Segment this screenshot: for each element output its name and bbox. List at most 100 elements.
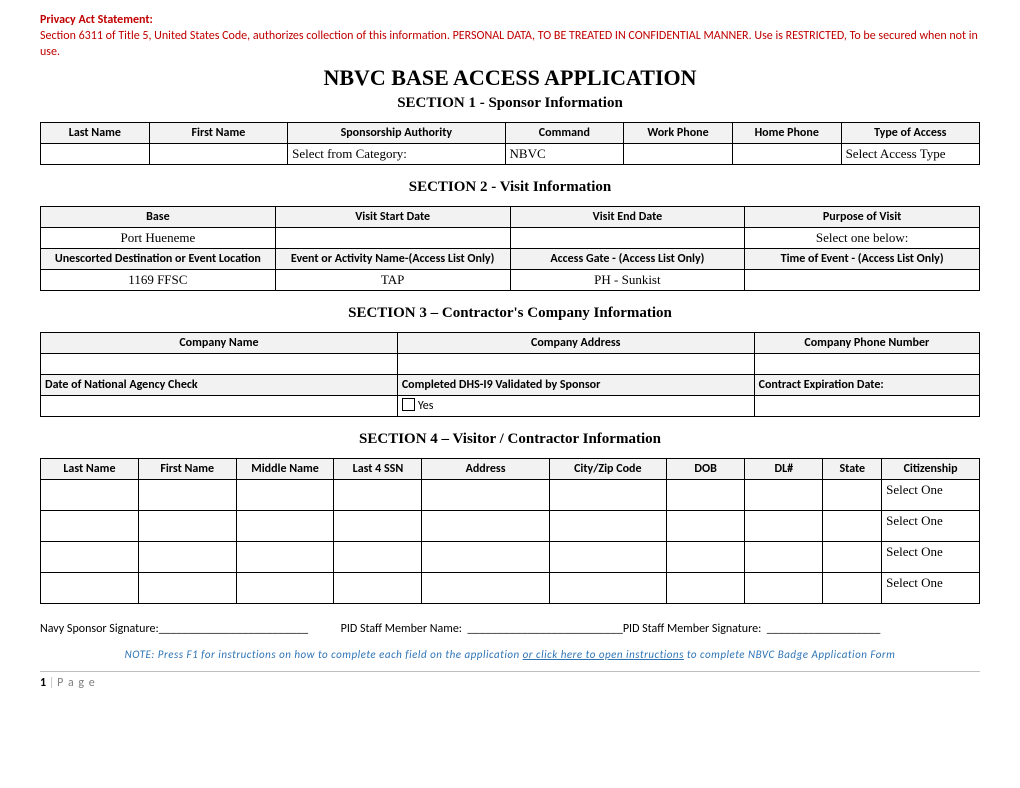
s4-r3-last[interactable] (41, 541, 139, 572)
s4-r3-middle[interactable] (236, 541, 334, 572)
s3-dhs-cell: Yes (397, 395, 754, 416)
s3-nac-date-field[interactable] (41, 395, 398, 416)
s4-r1-addr[interactable] (422, 479, 549, 510)
s2-th-time: Time of Event - (Access List Only) (745, 248, 980, 269)
s2-base-select[interactable]: Port Hueneme (41, 227, 276, 248)
section4-heading: SECTION 4 – Visitor / Contractor Informa… (40, 431, 980, 448)
s4-r2-first[interactable] (138, 510, 236, 541)
s4-r2-state[interactable] (823, 510, 882, 541)
s3-dhs-yes-label: Yes (418, 399, 434, 413)
s4-r1-dl[interactable] (745, 479, 823, 510)
s4-r3-dob[interactable] (666, 541, 744, 572)
s3-th-phone: Company Phone Number (754, 332, 979, 353)
s4-r2-dl[interactable] (745, 510, 823, 541)
page-footer: 1 | P a g e (40, 676, 980, 690)
instructions-note: NOTE: Press F1 for instructions on how t… (40, 648, 980, 661)
s2-th-event: Event or Activity Name-(Access List Only… (275, 248, 510, 269)
s4-r2-dob[interactable] (666, 510, 744, 541)
s4-r2-last[interactable] (41, 510, 139, 541)
section1-heading: SECTION 1 - Sponsor Information (40, 95, 980, 112)
s4-r2-citizen-select[interactable]: Select One (882, 510, 980, 541)
section3-table: Company Name Company Address Company Pho… (40, 332, 980, 417)
s4-r2-ssn[interactable] (334, 510, 422, 541)
s3-company-name-field[interactable] (41, 353, 398, 374)
s1-homephone-field[interactable] (732, 143, 841, 164)
s4-r4-citizen-select[interactable]: Select One (882, 572, 980, 603)
section3-heading: SECTION 3 – Contractor's Company Informa… (40, 305, 980, 322)
s4-r4-middle[interactable] (236, 572, 334, 603)
s3-company-phone-field[interactable] (754, 353, 979, 374)
s4-r1-middle[interactable] (236, 479, 334, 510)
s2-destination-field[interactable]: 1169 FFSC (41, 269, 276, 290)
s4-r4-ssn[interactable] (334, 572, 422, 603)
s3-dhs-yes-checkbox[interactable] (402, 398, 415, 411)
s4-th-dob: DOB (666, 458, 744, 479)
s1-th-auth: Sponsorship Authority (288, 122, 505, 143)
s4-th-ssn: Last 4 SSN (334, 458, 422, 479)
s4-r3-state[interactable] (823, 541, 882, 572)
s4-r1-citizen-select[interactable]: Select One (882, 479, 980, 510)
s3-th-dhs: Completed DHS-I9 Validated by Sponsor (397, 374, 754, 395)
s4-r1-last[interactable] (41, 479, 139, 510)
s4-r4-city[interactable] (549, 572, 666, 603)
s4-r4-dob[interactable] (666, 572, 744, 603)
s2-event-field[interactable]: TAP (275, 269, 510, 290)
section2-table: Base Visit Start Date Visit End Date Pur… (40, 206, 980, 291)
s1-first-name-field[interactable] (149, 143, 287, 164)
s4-r4-dl[interactable] (745, 572, 823, 603)
s4-r2-middle[interactable] (236, 510, 334, 541)
s1-th-cmd: Command (505, 122, 624, 143)
s1-access-type-select[interactable]: Select Access Type (841, 143, 979, 164)
s4-th-citizen: Citizenship (882, 458, 980, 479)
s4-r3-first[interactable] (138, 541, 236, 572)
open-instructions-link[interactable]: or click here to open instructions (523, 648, 684, 661)
s4-r1-state[interactable] (823, 479, 882, 510)
privacy-act-statement: Privacy Act Statement: Section 6311 of T… (40, 12, 980, 61)
s4-r3-dl[interactable] (745, 541, 823, 572)
s2-start-date-field[interactable] (275, 227, 510, 248)
section2-heading: SECTION 2 - Visit Information (40, 179, 980, 196)
s4-r1-ssn[interactable] (334, 479, 422, 510)
staff-name-label: PID Staff Member Name: (341, 622, 462, 636)
s3-th-addr: Company Address (397, 332, 754, 353)
s4-r4-addr[interactable] (422, 572, 549, 603)
staff-sig-label: PID Staff Member Signature: (623, 622, 761, 636)
s2-time-field[interactable] (745, 269, 980, 290)
s4-r3-city[interactable] (549, 541, 666, 572)
s2-gate-field[interactable]: PH - Sunkist (510, 269, 745, 290)
s2-purpose-select[interactable]: Select one below: (745, 227, 980, 248)
s4-r2-addr[interactable] (422, 510, 549, 541)
s2-end-date-field[interactable] (510, 227, 745, 248)
s4-r1-dob[interactable] (666, 479, 744, 510)
s2-th-gate: Access Gate - (Access List Only) (510, 248, 745, 269)
s4-th-state: State (823, 458, 882, 479)
s4-r4-state[interactable] (823, 572, 882, 603)
s1-th-hp: Home Phone (732, 122, 841, 143)
s1-last-name-field[interactable] (41, 143, 150, 164)
s4-r3-ssn[interactable] (334, 541, 422, 572)
footer-divider (40, 671, 980, 672)
s4-th-city: City/Zip Code (549, 458, 666, 479)
s4-r3-citizen-select[interactable]: Select One (882, 541, 980, 572)
s1-command-field[interactable]: NBVC (505, 143, 624, 164)
s4-r2-city[interactable] (549, 510, 666, 541)
page-title: NBVC BASE ACCESS APPLICATION (40, 65, 980, 91)
sponsor-sig-label: Navy Sponsor Signature: (40, 622, 159, 636)
s1-workphone-field[interactable] (624, 143, 733, 164)
s2-th-purpose: Purpose of Visit (745, 206, 980, 227)
s3-th-exp: Contract Expiration Date: (754, 374, 979, 395)
s1-authority-select[interactable]: Select from Category: (288, 143, 505, 164)
s3-expiration-field[interactable] (754, 395, 979, 416)
s4-th-first: First Name (138, 458, 236, 479)
s4-r4-first[interactable] (138, 572, 236, 603)
s2-th-dest: Unescorted Destination or Event Location (41, 248, 276, 269)
s3-company-addr-field[interactable] (397, 353, 754, 374)
s4-r1-first[interactable] (138, 479, 236, 510)
s4-th-addr: Address (422, 458, 549, 479)
s4-r4-last[interactable] (41, 572, 139, 603)
s4-r3-addr[interactable] (422, 541, 549, 572)
s4-r1-city[interactable] (549, 479, 666, 510)
s1-th-first: First Name (149, 122, 287, 143)
page-label: P a g e (57, 676, 96, 690)
s2-th-base: Base (41, 206, 276, 227)
